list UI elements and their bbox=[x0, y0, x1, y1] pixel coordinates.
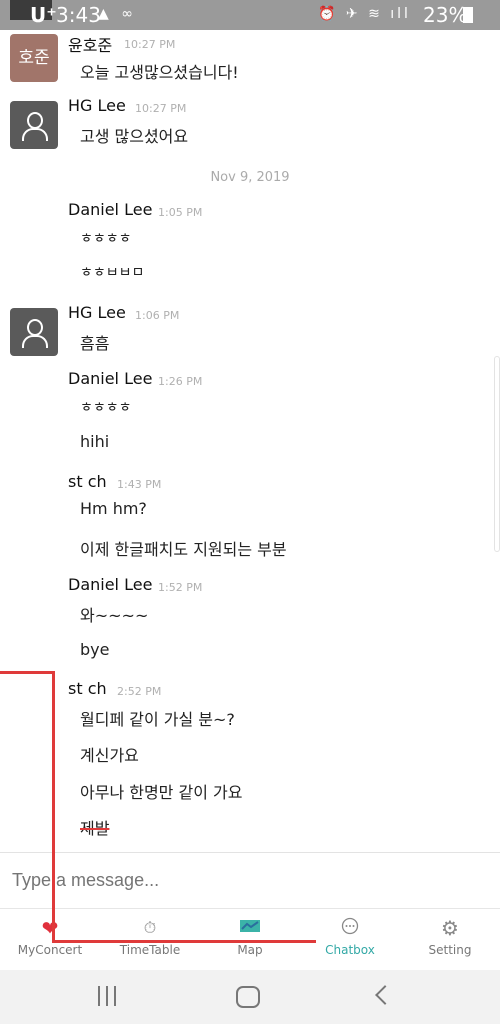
message-text: 오늘 고생많으셨습니다! bbox=[80, 63, 239, 82]
scrollbar[interactable] bbox=[494, 356, 500, 552]
stopwatch-icon: ⏱ bbox=[143, 918, 157, 937]
tab-label: MyConcert bbox=[17, 943, 83, 957]
tab-label: Map bbox=[237, 943, 263, 957]
tab-label: Setting bbox=[428, 943, 472, 957]
annotation-line bbox=[0, 671, 54, 674]
message-time: 1:52 PM bbox=[158, 581, 203, 594]
avatar[interactable] bbox=[10, 101, 58, 149]
chat-bubble-icon bbox=[300, 917, 400, 939]
tab-setting[interactable]: ⚙ Setting bbox=[400, 909, 500, 971]
recents-button[interactable] bbox=[88, 982, 128, 1012]
sender-name: Daniel Lee bbox=[68, 575, 153, 594]
avatar[interactable]: 호준 bbox=[10, 34, 58, 82]
message-text: 아무나 한명만 같이 가요 bbox=[80, 783, 243, 802]
sender-name: HG Lee bbox=[68, 303, 126, 322]
message-text: 이제 한글패치도 지원되는 부분 bbox=[80, 540, 287, 559]
sender-name: st ch bbox=[68, 679, 107, 698]
message-text: hihi bbox=[80, 432, 110, 451]
message-text: 흠흠 bbox=[80, 334, 110, 353]
system-icons: ⏰ ✈ ≋ ıll bbox=[318, 6, 411, 22]
message-text: ㅎㅎㅎㅎ bbox=[80, 231, 132, 247]
sender-name: 윤호준 bbox=[68, 36, 113, 55]
status-bar: U⁺ 3:43 ▲ ∞ ⏰ ✈ ≋ ıll 23% bbox=[0, 0, 500, 30]
message-text: 고생 많으셨어요 bbox=[80, 127, 189, 146]
message-text: ㅎㅎㅂㅂㅁ bbox=[80, 265, 145, 281]
message-input[interactable] bbox=[12, 870, 482, 891]
sender-name: st ch bbox=[68, 472, 107, 491]
user-icon bbox=[27, 319, 43, 336]
message-text: bye bbox=[80, 640, 110, 659]
heart-icon: ❤ bbox=[41, 916, 59, 940]
message-time: 1:06 PM bbox=[135, 309, 180, 322]
home-button[interactable] bbox=[228, 982, 268, 1012]
message-time: 10:27 PM bbox=[135, 102, 187, 115]
avatar[interactable] bbox=[10, 308, 58, 356]
message-time: 2:52 PM bbox=[117, 685, 162, 698]
status-time: 3:43 bbox=[56, 3, 101, 27]
gear-icon: ⚙ bbox=[441, 916, 459, 940]
home-icon bbox=[236, 986, 260, 1008]
message-time: 1:05 PM bbox=[158, 206, 203, 219]
tab-label: Chatbox bbox=[325, 943, 375, 957]
user-icon bbox=[27, 112, 43, 129]
message-text: 계신가요 bbox=[80, 746, 139, 765]
sender-name: HG Lee bbox=[68, 96, 126, 115]
sender-name: Daniel Lee bbox=[68, 369, 153, 388]
date-separator: Nov 9, 2019 bbox=[210, 170, 290, 185]
battery-icon bbox=[463, 7, 473, 23]
notification-icons: ▲ ∞ bbox=[98, 6, 137, 22]
message-text: 월디페 같이 가실 분~? bbox=[80, 710, 235, 729]
message-time: 10:27 PM bbox=[124, 38, 176, 51]
back-button[interactable] bbox=[368, 982, 408, 1012]
message-text: ㅎㅎㅎㅎ bbox=[80, 400, 132, 416]
annotation-line bbox=[52, 671, 55, 943]
annotation-line bbox=[52, 940, 316, 943]
battery-percent: 23% bbox=[423, 3, 468, 27]
message-time: 1:26 PM bbox=[158, 375, 203, 388]
map-icon bbox=[200, 917, 300, 939]
message-text: 제발 bbox=[80, 819, 110, 838]
carrier-label: U⁺ bbox=[30, 3, 57, 27]
sender-name: Daniel Lee bbox=[68, 200, 153, 219]
message-time: 1:43 PM bbox=[117, 478, 162, 491]
system-navigation-bar bbox=[0, 970, 500, 1024]
tab-label: TimeTable bbox=[119, 943, 181, 957]
chat-message-list[interactable]: 호준 윤호준 10:27 PM 오늘 고생많으셨습니다! HG Lee 10:2… bbox=[0, 30, 500, 852]
message-input-bar bbox=[0, 852, 500, 909]
message-text: 와~~~~ bbox=[80, 606, 149, 625]
message-text: Hm hm? bbox=[80, 499, 147, 518]
back-icon bbox=[375, 985, 395, 1005]
